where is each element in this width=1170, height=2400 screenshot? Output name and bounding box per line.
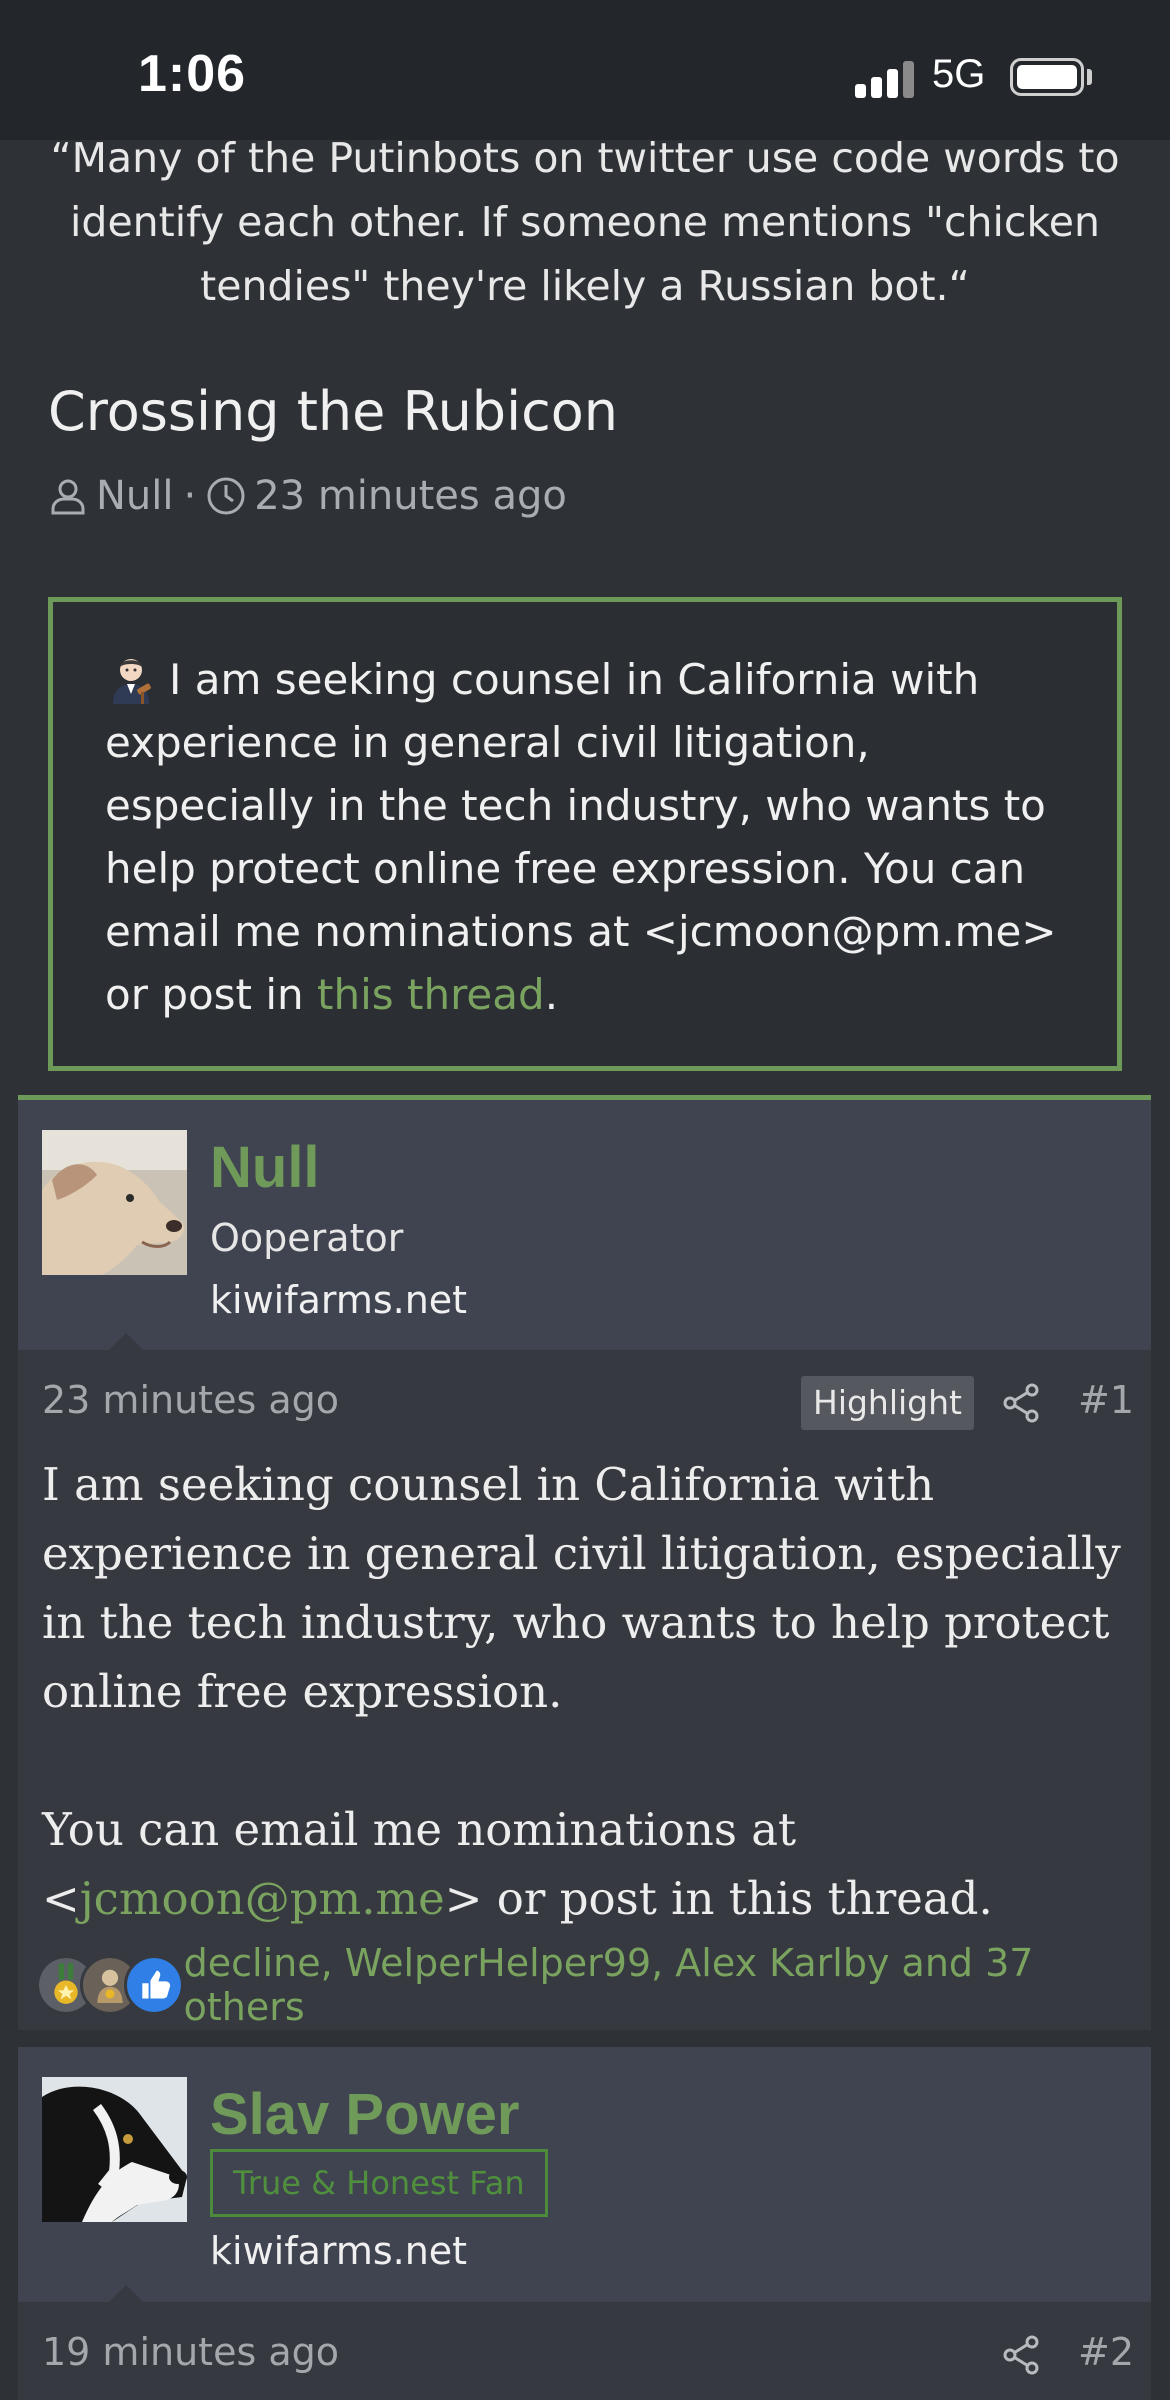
status-time: 1:06 <box>138 45 247 103</box>
thread-author[interactable]: Null <box>96 473 174 519</box>
status-bar: 1:06 5G <box>0 0 1170 140</box>
meta-separator: · <box>183 473 197 519</box>
post-1: Null Ooperator kiwifarms.net 23 minutes … <box>18 1095 1151 2030</box>
post-2-header: Slav Power True & Honest Fan kiwifarms.n… <box>18 2047 1151 2303</box>
lawyer-emoji-icon <box>113 659 151 704</box>
username[interactable]: Slav Power <box>210 2081 519 2148</box>
post-time[interactable]: 23 minutes ago <box>42 1378 339 1422</box>
post-number[interactable]: #2 <box>1078 2330 1134 2374</box>
username[interactable]: Null <box>210 1134 320 1201</box>
post-2: Slav Power True & Honest Fan kiwifarms.n… <box>18 2047 1151 2400</box>
battery-icon <box>1010 58 1084 96</box>
email-link[interactable]: jcmoon@pm.me <box>80 1872 445 1925</box>
thread-meta: Null · 23 minutes ago <box>48 470 567 522</box>
avatar[interactable] <box>42 1130 187 1275</box>
reactions-bar[interactable]: decline, WelperHelper99, Alex Karlby and… <box>36 1941 1151 2029</box>
post-2-meta: 19 minutes ago #2 <box>18 2302 1151 2400</box>
notice-thread-link[interactable]: this thread <box>317 970 545 1019</box>
post-time[interactable]: 19 minutes ago <box>42 2330 339 2374</box>
clock-icon <box>207 477 245 515</box>
header-quote: “Many of the Putinbots on twitter use co… <box>50 134 1120 310</box>
post-paragraph: I am seeking counsel in California with … <box>42 1458 1121 1718</box>
user-title: Ooperator <box>210 1216 404 1260</box>
notice-box: I am seeking counsel in California with … <box>48 597 1122 1071</box>
signal-icon <box>855 58 915 98</box>
share-icon[interactable] <box>1000 1382 1042 1424</box>
user-site: kiwifarms.net <box>210 1278 468 1322</box>
reactions-list[interactable]: decline, WelperHelper99, Alex Karlby and… <box>184 1941 1151 2029</box>
post-1-body: I am seeking counsel in California with … <box>42 1450 1132 1933</box>
notice-text-end: . <box>544 970 559 1019</box>
thread-title: Crossing the Rubicon <box>48 380 619 443</box>
highlight-button[interactable]: Highlight <box>801 1376 974 1430</box>
post-1-meta: 23 minutes ago Highlight #1 <box>18 1350 1151 1450</box>
share-icon[interactable] <box>1000 2334 1042 2376</box>
like-icon <box>124 1955 184 2015</box>
user-icon <box>51 479 85 515</box>
thread-time: 23 minutes ago <box>254 473 567 519</box>
post-number[interactable]: #1 <box>1078 1378 1134 1422</box>
notice-text: I am seeking counsel in California with … <box>105 655 1057 1019</box>
post-paragraph: You can email me nominations at <jcmoon@… <box>42 1803 993 1925</box>
network-label: 5G <box>932 52 986 96</box>
user-site: kiwifarms.net <box>210 2229 468 2273</box>
avatar[interactable] <box>42 2077 187 2222</box>
user-banner: True & Honest Fan <box>210 2149 548 2217</box>
post-1-header: Null Ooperator kiwifarms.net <box>18 1100 1151 1351</box>
